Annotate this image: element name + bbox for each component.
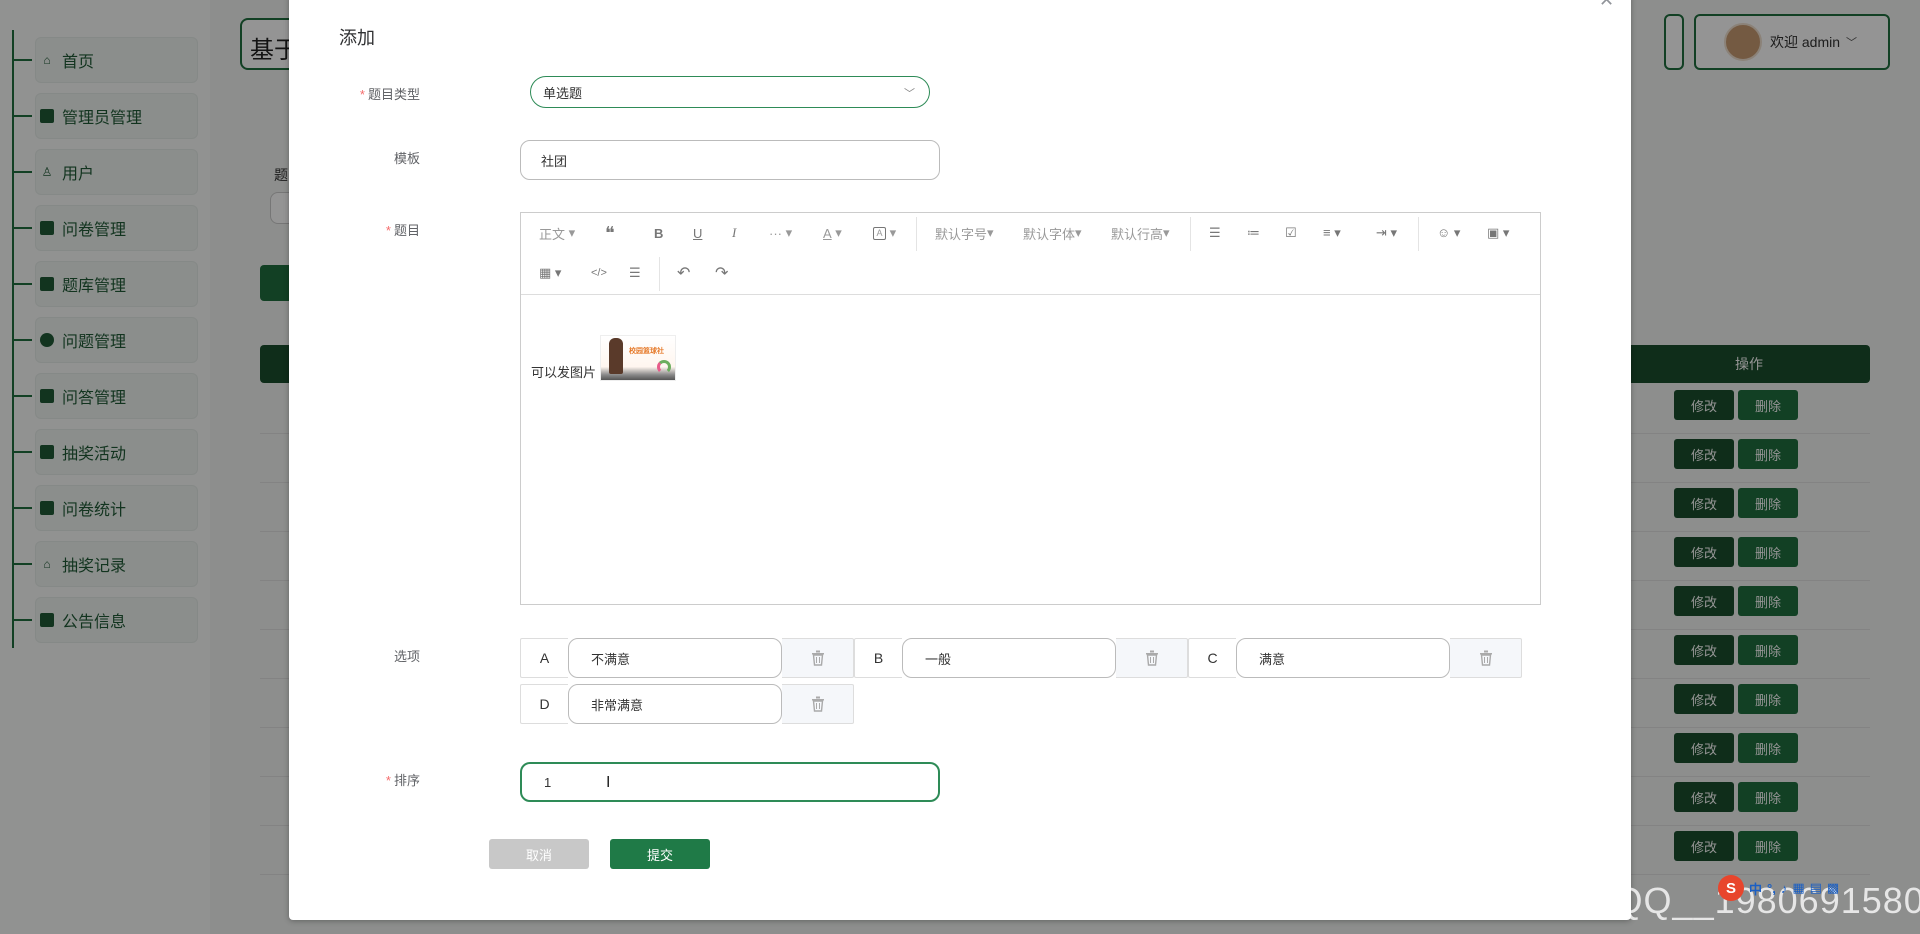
table-dropdown[interactable]: ▦ ▾ <box>539 263 561 283</box>
sort-value: 1 <box>544 774 552 790</box>
underline-icon[interactable]: U <box>693 223 702 243</box>
trash-icon[interactable] <box>1450 638 1522 678</box>
cancel-button[interactable]: 取消 <box>489 839 589 869</box>
template-label: 模板 <box>393 151 420 166</box>
align-dropdown[interactable]: ≡ ▾ <box>1323 223 1341 243</box>
sort-label: * 排序 <box>385 773 420 788</box>
option-letter: D <box>520 684 568 724</box>
submit-button[interactable]: 提交 <box>610 839 710 869</box>
numbered-list-icon[interactable]: ≔ <box>1247 223 1260 243</box>
question-type-select[interactable]: 单选题 ﹀ <box>530 76 930 108</box>
ime-language[interactable]: 中 <box>1749 879 1762 898</box>
inserted-image[interactable]: 校园篮球社 <box>600 335 677 381</box>
checklist-icon[interactable]: ☑ <box>1285 223 1297 243</box>
option-letter: C <box>1188 638 1236 678</box>
paragraph-dropdown[interactable]: 正文 ▾ <box>539 223 575 243</box>
option-row: D 非常满意 <box>520 684 854 724</box>
template-input[interactable]: 社团 <box>520 140 940 180</box>
bold-icon[interactable]: B <box>654 223 663 243</box>
background-color-icon[interactable]: A ▾ <box>873 223 896 243</box>
toolbar-divider <box>916 217 917 251</box>
editor-toolbar: 正文 ▾ ❝ B U I ··· ▾ A ▾ A ▾ 默认字号 ▾ 默认字体 ▾ 默… <box>521 213 1540 295</box>
sort-input[interactable]: 1 I <box>520 762 940 802</box>
ime-toolbar[interactable]: S 中 °, ♪ ▦ ▤ ▩ <box>1718 873 1920 903</box>
option-input[interactable]: 不满意 <box>568 638 782 678</box>
font-size-dropdown[interactable]: 默认字号 ▾ <box>935 223 994 243</box>
type-label: * 题目类型 <box>359 87 420 102</box>
quote-icon[interactable]: ❝ <box>605 223 615 243</box>
bullet-list-icon[interactable]: ☰ <box>1209 223 1221 243</box>
question-type-value: 单选题 <box>543 85 583 101</box>
editor-content[interactable]: 可以发图片 校园篮球社 <box>521 295 1540 421</box>
image-dropdown[interactable]: ▣ ▾ <box>1487 223 1509 243</box>
close-icon[interactable]: ✕ <box>1599 0 1614 11</box>
divider-line-icon[interactable]: ☰ <box>629 263 641 283</box>
option-letter: A <box>520 638 568 678</box>
redo-icon[interactable]: ↷ <box>715 263 728 283</box>
trash-icon[interactable] <box>782 638 854 678</box>
font-color-dropdown[interactable]: A ▾ <box>823 223 842 243</box>
line-height-dropdown[interactable]: 默认行高 ▾ <box>1111 223 1170 243</box>
italic-icon[interactable]: I <box>732 223 736 243</box>
option-row: C 满意 <box>1188 638 1522 678</box>
keyboard-icon[interactable]: ▦ <box>1792 880 1804 896</box>
trash-icon[interactable] <box>1116 638 1188 678</box>
trash-icon[interactable] <box>782 684 854 724</box>
question-editor[interactable]: 正文 ▾ ❝ B U I ··· ▾ A ▾ A ▾ 默认字号 ▾ 默认字体 ▾ 默… <box>520 212 1541 605</box>
microphone-icon[interactable]: ♪ <box>1781 881 1788 896</box>
text-cursor-icon: I <box>606 774 611 791</box>
indent-dropdown[interactable]: ⇥ ▾ <box>1376 223 1397 243</box>
undo-icon[interactable]: ↶ <box>677 263 690 283</box>
toolbox-icon[interactable]: ▩ <box>1827 880 1839 896</box>
option-input[interactable]: 满意 <box>1236 638 1450 678</box>
option-row: B 一般 <box>854 638 1188 678</box>
emoji-dropdown[interactable]: ☺ ▾ <box>1437 223 1460 243</box>
option-input[interactable]: 一般 <box>902 638 1116 678</box>
ime-logo-icon: S <box>1718 875 1744 901</box>
toolbar-divider <box>659 257 660 291</box>
toolbar-divider <box>1190 217 1191 251</box>
add-dialog: 添加 ✕ * 题目类型 单选题 ﹀ 模板 社团 * 题目 正文 ▾ ❝ B U I … <box>289 0 1631 920</box>
punctuation-icon[interactable]: °, <box>1767 881 1776 896</box>
skin-icon[interactable]: ▤ <box>1810 880 1822 896</box>
chevron-down-icon: ﹀ <box>904 88 915 100</box>
option-input[interactable]: 非常满意 <box>568 684 782 724</box>
code-icon[interactable]: </> <box>591 263 607 283</box>
question-label: * 题目 <box>385 223 420 238</box>
options-label: 选项 <box>393 649 420 664</box>
toolbar-divider <box>1418 217 1419 251</box>
more-dropdown[interactable]: ··· ▾ <box>769 223 792 243</box>
font-family-dropdown[interactable]: 默认字体 ▾ <box>1023 223 1082 243</box>
option-letter: B <box>854 638 902 678</box>
dialog-title: 添加 <box>339 28 375 48</box>
option-row: A 不满意 <box>520 638 854 678</box>
image-caption: 校园篮球社 <box>629 348 665 355</box>
editor-text: 可以发图片 <box>531 365 597 380</box>
